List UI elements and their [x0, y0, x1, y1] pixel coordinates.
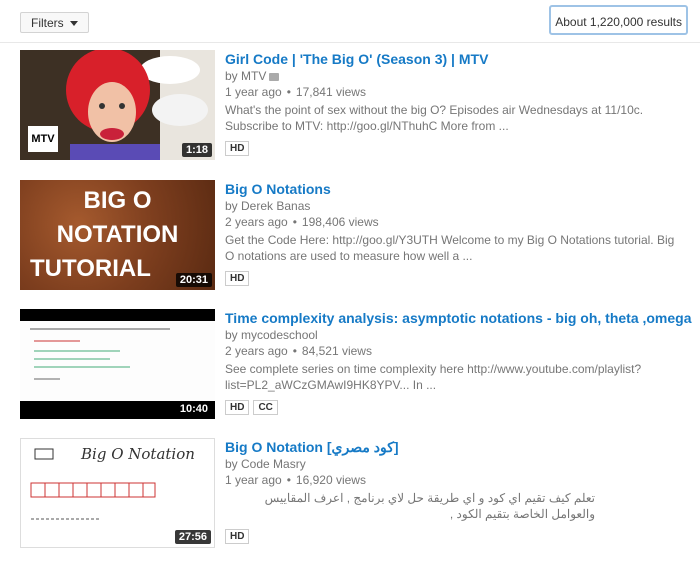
upload-age: 2 years ago [225, 344, 288, 358]
description-line: Subscribe to MTV: http://goo.gl/NThuhC M… [225, 119, 509, 133]
video-duration: 20:31 [175, 273, 212, 287]
video-thumbnail[interactable]: Big O Notation 27:56 [20, 438, 215, 548]
video-duration: 1:18 [181, 143, 212, 157]
channel-link[interactable]: by Code Masry [225, 457, 306, 471]
video-result[interactable]: Big O Notation 27:56 Big O Notation [كود… [20, 438, 690, 550]
video-thumbnail[interactable]: MTV 1:18 [20, 50, 215, 160]
verified-icon [269, 72, 280, 81]
channel-link[interactable]: by mycodeschool [225, 328, 318, 342]
video-title-link[interactable]: Girl Code | 'The Big O' (Season 3) | MTV [225, 50, 685, 68]
thumbnail-line: NOTATION [56, 221, 179, 248]
channel-link[interactable]: by MTV [225, 69, 266, 83]
description-line: See complete series on time complexity h… [225, 362, 642, 376]
video-title-link[interactable]: Big O Notations [225, 180, 685, 198]
video-result[interactable]: BIG O NOTATION TUTORIAL 20:31 Big O Nota… [20, 180, 690, 292]
video-title-link[interactable]: Time complexity analysis: asymptotic not… [225, 309, 692, 327]
description-line: Get the Code Here: http://goo.gl/Y3UTH W… [225, 233, 675, 247]
video-title-link[interactable]: Big O Notation [كود مصري] [225, 438, 685, 456]
video-thumbnail[interactable]: 10:40 [20, 309, 215, 419]
upload-age: 2 years ago [225, 215, 288, 229]
description-line: O notations are used to measure how well… [225, 249, 473, 263]
video-description: Get the Code Here: http://goo.gl/Y3UTH W… [225, 232, 685, 264]
hd-badge: HD [225, 141, 250, 156]
description-line: تعلم كيف تقيم اي كود و اي طريقة حل لاي ب… [264, 491, 595, 521]
hd-badge: HD [225, 271, 250, 286]
video-description: What's the point of sex without the big … [225, 102, 685, 134]
filters-button[interactable]: Filters [20, 12, 89, 33]
video-duration: 10:40 [175, 402, 212, 416]
upload-age: 1 year ago [225, 473, 282, 487]
thumbnail-line: BIG O [83, 187, 152, 214]
view-count: 84,521 views [301, 344, 372, 358]
caret-down-icon [69, 21, 78, 27]
mtv-logo: MTV [28, 126, 58, 152]
hd-badge: HD [225, 400, 250, 415]
video-thumbnail[interactable]: BIG O NOTATION TUTORIAL 20:31 [20, 180, 215, 290]
thumbnail-text: BIG O NOTATION TUTORIAL [20, 184, 215, 286]
video-result[interactable]: 10:40 Time complexity analysis: asymptot… [20, 309, 692, 421]
view-count: 17,841 views [295, 85, 366, 99]
upload-age: 1 year ago [225, 85, 282, 99]
results-count: About 1,220,000 results [549, 5, 688, 35]
channel-link[interactable]: by Derek Banas [225, 199, 310, 213]
thumbnail-text: Big O Notation [81, 445, 195, 463]
description-line: What's the point of sex without the big … [225, 103, 644, 117]
results-toolbar: Filters About 1,220,000 results [0, 0, 700, 43]
filters-label: Filters [31, 16, 64, 30]
video-description: See complete series on time complexity h… [225, 361, 685, 393]
hd-badge: HD [225, 529, 250, 544]
cc-badge: CC [253, 400, 278, 415]
video-description: تعلم كيف تقيم اي كود و اي طريقة حل لاي ب… [225, 490, 685, 522]
video-duration: 27:56 [174, 530, 211, 544]
video-result[interactable]: MTV 1:18 Girl Code | 'The Big O' (Season… [20, 50, 690, 162]
description-line: list=PL2_aWCzGMAwI9HK8YPV... In ... [225, 378, 437, 392]
view-count: 198,406 views [301, 215, 379, 229]
view-count: 16,920 views [295, 473, 366, 487]
